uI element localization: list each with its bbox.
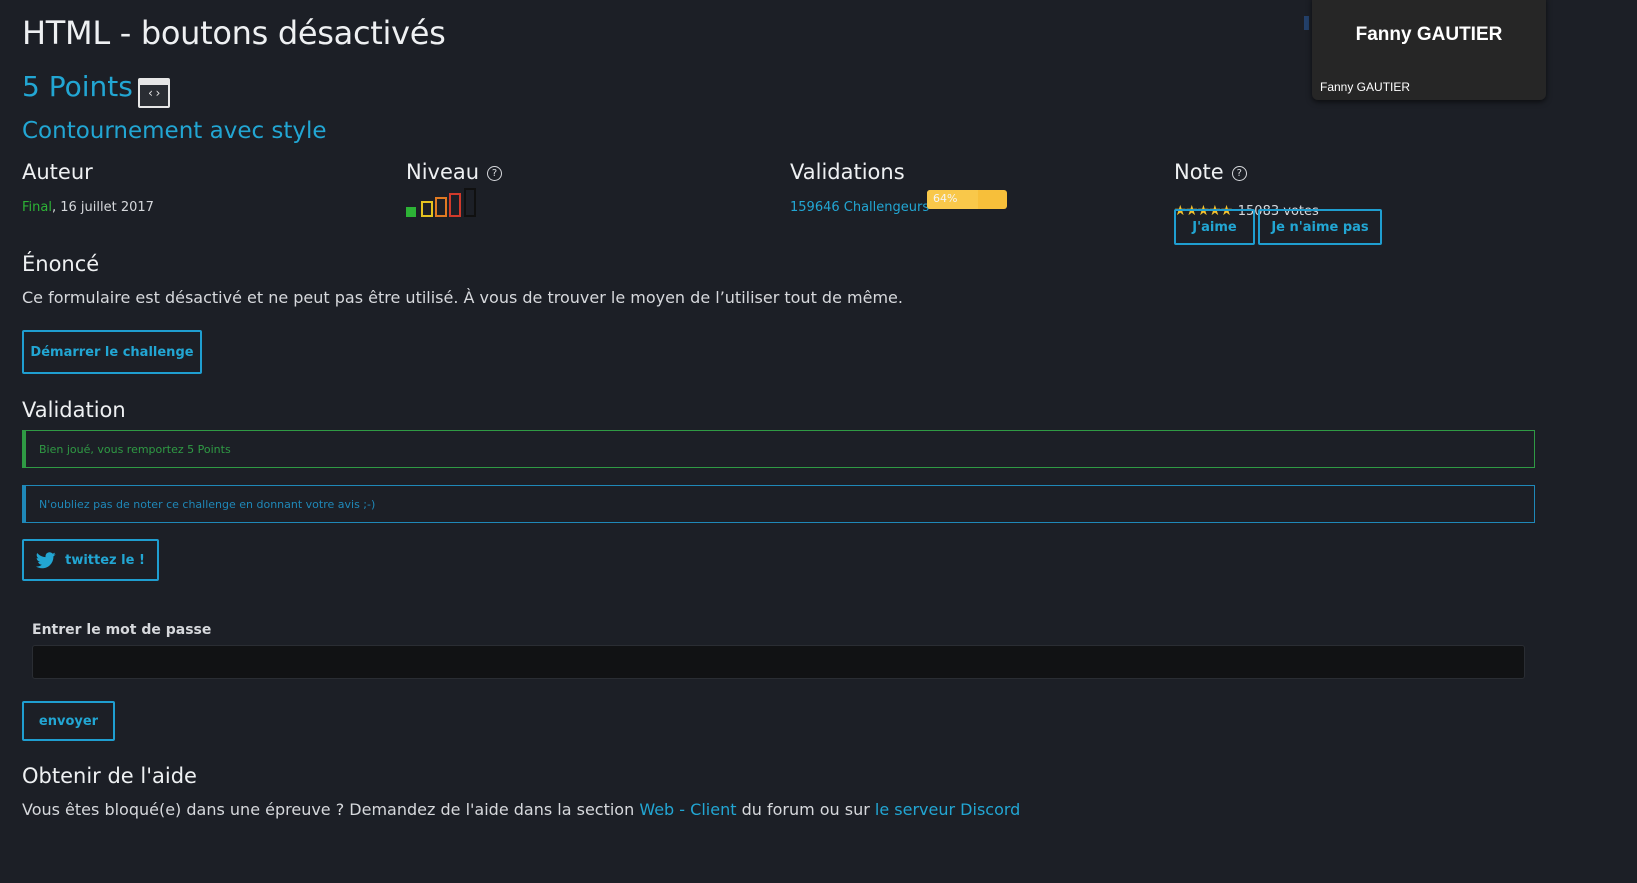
help-icon[interactable]: ? bbox=[1231, 165, 1247, 181]
statement-text: Ce formulaire est désactivé et ne peut p… bbox=[22, 288, 903, 307]
author-date: , 16 juillet 2017 bbox=[51, 200, 154, 215]
like-button[interactable]: J'aime bbox=[1174, 209, 1255, 245]
tweet-button[interactable]: twittez le ! bbox=[22, 539, 159, 581]
validation-heading: Validation bbox=[22, 398, 126, 422]
level-section: Niveau? bbox=[406, 160, 503, 217]
progress-label: 64% bbox=[933, 192, 958, 205]
validation-progress-bar: 64% bbox=[927, 190, 1007, 209]
user-name-small: Fanny GAUTIER bbox=[1320, 80, 1411, 94]
help-text: Vous êtes bloqué(e) dans une épreuve ? D… bbox=[22, 800, 1020, 819]
user-card[interactable]: Fanny GAUTIER Fanny GAUTIER bbox=[1312, 0, 1546, 100]
level-1-icon bbox=[406, 207, 416, 217]
help-heading: Obtenir de l'aide bbox=[22, 764, 197, 788]
author-link[interactable]: Final bbox=[22, 200, 52, 215]
note-section: Note? ★★★★★ 15083 votes J'aime Je n'aime … bbox=[1174, 160, 1382, 245]
note-heading-text: Note bbox=[1174, 160, 1224, 184]
level-5-icon bbox=[464, 188, 476, 217]
validations-heading: Validations bbox=[790, 160, 905, 184]
help-text-before: Vous êtes bloqué(e) dans une épreuve ? D… bbox=[22, 800, 640, 819]
dislike-button[interactable]: Je n'aime pas bbox=[1258, 209, 1382, 245]
code-window-icon[interactable]: ‹› bbox=[138, 78, 170, 108]
password-input[interactable] bbox=[32, 645, 1525, 679]
level-4-icon bbox=[449, 193, 461, 217]
forum-link[interactable]: Web - Client bbox=[639, 800, 736, 819]
validations-section: Validations 159646 Challengeurs 64% bbox=[790, 160, 1007, 215]
start-challenge-button[interactable]: Démarrer le challenge bbox=[22, 330, 202, 374]
discord-link[interactable]: le serveur Discord bbox=[875, 800, 1020, 819]
level-3-icon bbox=[435, 197, 447, 217]
user-name-large: Fanny GAUTIER bbox=[1355, 24, 1503, 45]
tweet-button-label: twittez le ! bbox=[65, 552, 145, 568]
challenge-points: 5 Points bbox=[22, 70, 133, 103]
author-heading: Auteur bbox=[22, 160, 93, 184]
statement-heading: Énoncé bbox=[22, 252, 100, 276]
rating-reminder-alert: N'oubliez pas de noter ce challenge en d… bbox=[22, 485, 1535, 523]
level-heading-text: Niveau bbox=[406, 160, 480, 184]
level-heading: Niveau? bbox=[406, 160, 503, 184]
author-info: Final, 16 juillet 2017 bbox=[22, 200, 154, 215]
twitter-icon bbox=[36, 551, 56, 568]
submit-button[interactable]: envoyer bbox=[22, 701, 115, 741]
level-2-icon bbox=[421, 201, 433, 217]
success-alert: Bien joué, vous remportez 5 Points bbox=[22, 430, 1535, 468]
difficulty-levels bbox=[406, 188, 486, 217]
challengers-link[interactable]: 159646 Challengeurs bbox=[790, 200, 929, 215]
help-icon[interactable]: ? bbox=[487, 165, 503, 181]
page-title: HTML - boutons désactivés bbox=[22, 14, 446, 52]
note-heading: Note? bbox=[1174, 160, 1247, 184]
password-label: Entrer le mot de passe bbox=[32, 622, 212, 638]
author-section: Auteur Final, 16 juillet 2017 bbox=[22, 160, 154, 215]
user-menu-edge bbox=[1304, 16, 1309, 30]
challenge-subtitle: Contournement avec style bbox=[22, 118, 327, 144]
help-text-middle: du forum ou sur bbox=[736, 800, 875, 819]
